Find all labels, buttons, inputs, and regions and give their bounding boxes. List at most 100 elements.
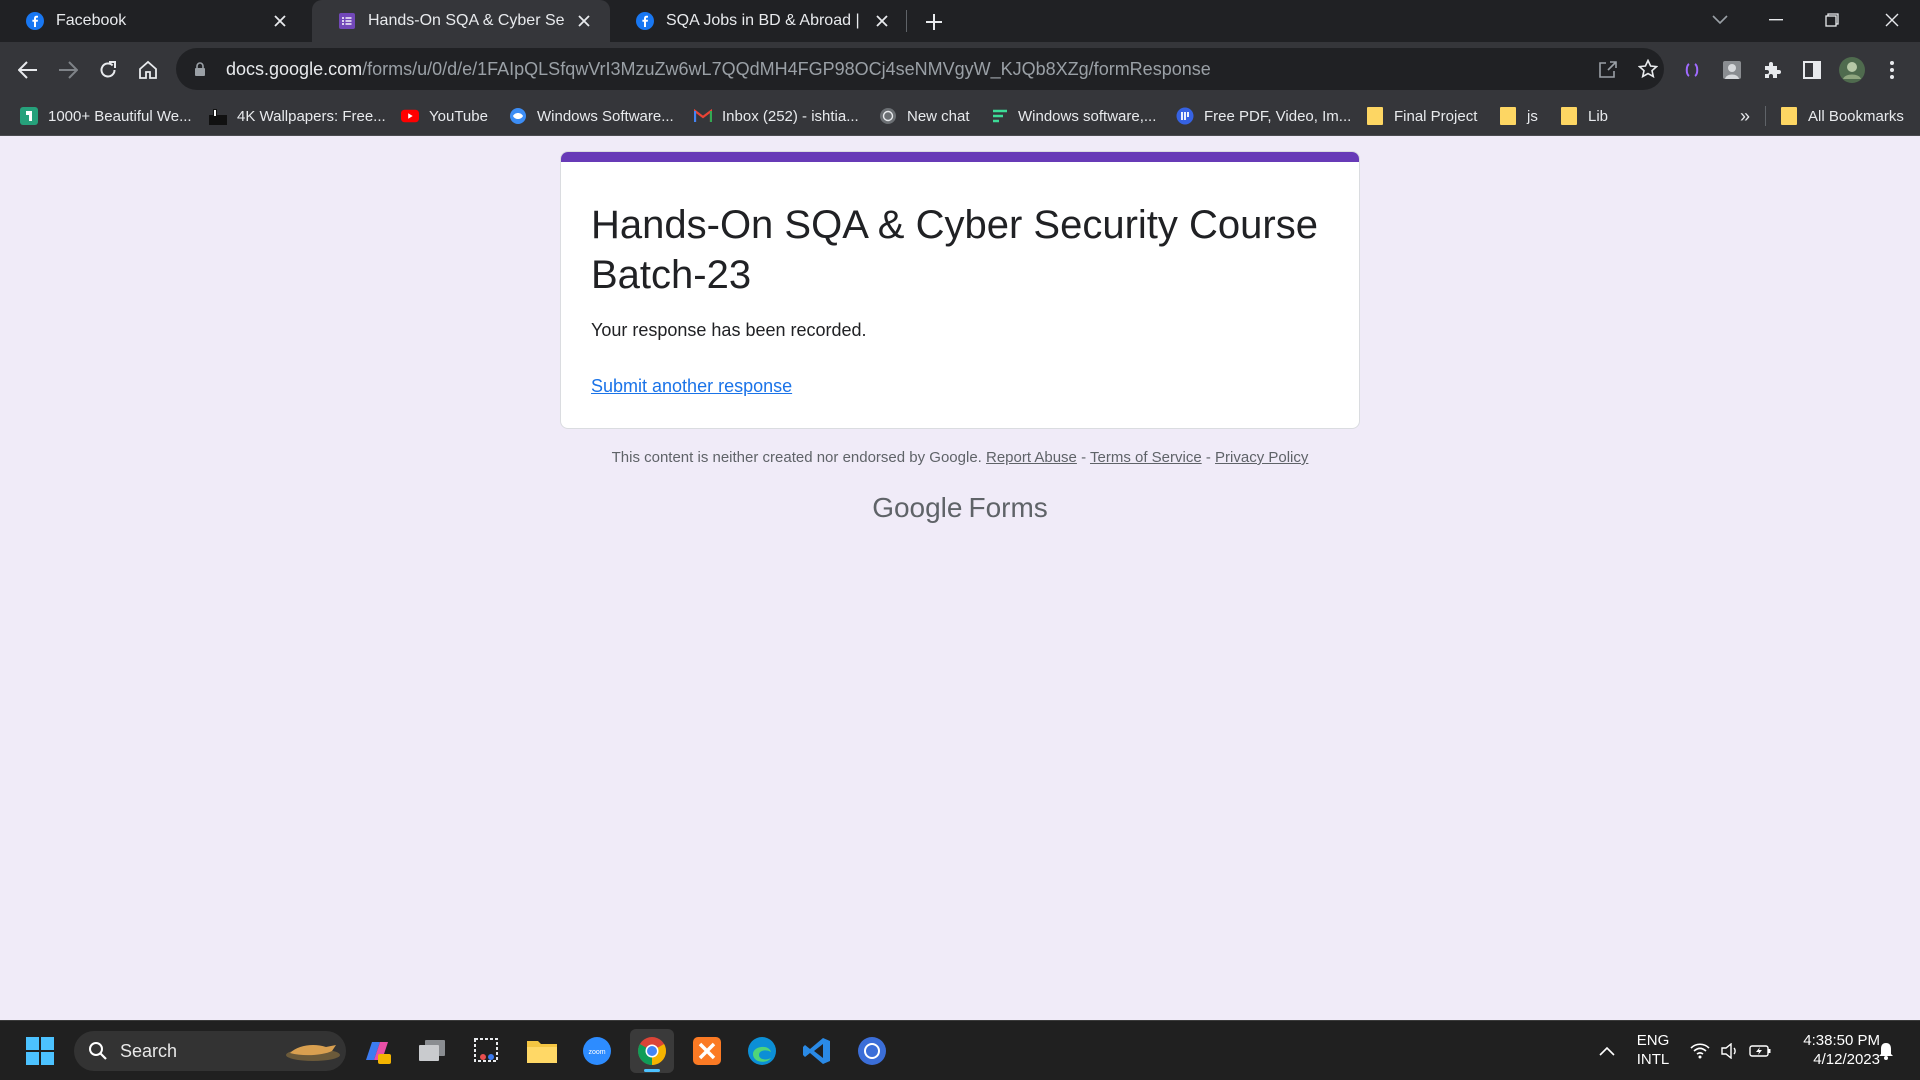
show-hidden-icons-button[interactable] [1592,1021,1622,1080]
bookmark-label: New chat [907,107,970,125]
restore-button[interactable] [1804,0,1860,40]
battery-status[interactable] [1746,1021,1774,1080]
google-forms-logo[interactable]: Google Forms [0,492,1920,524]
bookmark-item[interactable]: New chat [879,97,970,135]
tab-close-icon[interactable] [870,9,894,33]
extension-button[interactable] [1716,54,1748,86]
minimize-button[interactable] [1748,0,1804,40]
taskbar-app-chrome-profile[interactable] [850,1029,894,1073]
wifi-icon [1690,1043,1710,1059]
volume-status[interactable] [1716,1021,1744,1080]
bookmark-item[interactable]: Windows Software... [509,97,674,135]
bookmark-item[interactable]: Free PDF, Video, Im... [1176,97,1351,135]
bookmark-label: Lib [1588,107,1609,125]
share-icon[interactable] [1596,57,1620,81]
form-accent-bar [561,152,1359,162]
close-window-button[interactable] [1864,0,1920,40]
bookmark-label: Windows Software... [537,107,674,125]
reload-button[interactable] [92,54,124,86]
bookmark-folder[interactable]: Lib [1560,97,1608,135]
system-clock[interactable]: 4:38:50 PM 4/12/2023 [1780,1031,1880,1069]
chrome-profile-icon [858,1037,886,1065]
puzzle-icon [1765,62,1781,78]
browser-tab-strip: Facebook Hands-On SQA & Cyber Security S… [0,0,1920,42]
windows-taskbar: Search zoom ENG INTL 4:38:50 PM 4/12/202… [0,1020,1920,1080]
xampp-icon [693,1037,721,1065]
address-bar[interactable]: docs.google.com/forms/u/0/d/e/1FAIpQLSfq… [176,48,1664,90]
chat-icon [879,107,897,125]
submit-another-response-link[interactable]: Submit another response [591,376,792,397]
wifi-status[interactable] [1686,1021,1714,1080]
facebook-icon [636,12,654,30]
site-icon [509,107,527,125]
bookmark-folder[interactable]: Final Project [1366,97,1477,135]
kebab-menu-icon [1890,61,1894,79]
extension-button[interactable] [1676,54,1708,86]
search-label: Search [120,1040,178,1061]
taskbar-app-zoom[interactable]: zoom [575,1029,619,1073]
site-icon [990,107,1008,125]
bookmark-label: 1000+ Beautiful We... [48,107,192,125]
bookmark-item[interactable]: Inbox (252) - ishtia... [694,97,859,135]
folder-icon [1499,107,1517,125]
taskbar-app-xampp[interactable] [685,1029,729,1073]
taskbar-search-box[interactable]: Search [74,1031,346,1071]
bookmark-item[interactable]: Windows software,... [990,97,1156,135]
taskbar-app-edge[interactable] [740,1029,784,1073]
chevron-up-icon [1599,1046,1615,1056]
lock-icon[interactable] [194,61,208,77]
side-panel-button[interactable] [1796,54,1828,86]
privacy-policy-link[interactable]: Privacy Policy [1215,449,1308,466]
brackets-extension-icon [1685,63,1699,77]
back-button[interactable] [12,54,44,86]
profile-button[interactable] [1836,54,1868,86]
taskbar-app-copilot[interactable] [355,1029,399,1073]
taskbar-app-file-explorer[interactable] [520,1029,564,1073]
bookmark-label: YouTube [429,107,488,125]
facebook-icon [26,12,44,30]
confirmation-message: Your response has been recorded. [591,320,867,340]
forward-button[interactable] [52,54,84,86]
tab-hands-on-sqa[interactable]: Hands-On SQA & Cyber Security [312,0,610,42]
task-view-icon [419,1040,445,1061]
tab-close-icon[interactable] [268,9,292,33]
notifications-button[interactable] [1872,1021,1900,1080]
edge-icon [748,1037,776,1065]
bookmarks-overflow-button[interactable]: » [1740,97,1750,135]
terms-of-service-link[interactable]: Terms of Service [1090,449,1202,466]
bookmark-item[interactable]: 1000+ Beautiful We... [20,97,192,135]
bookmark-folder[interactable]: js [1499,97,1538,135]
extensions-menu-button[interactable] [1756,54,1788,86]
bookmark-item[interactable]: 4K Wallpapers: Free... [209,97,386,135]
taskbar-app-vscode[interactable] [795,1029,839,1073]
new-tab-button[interactable] [920,9,948,35]
side-panel-icon [1803,61,1821,79]
tab-sqa-jobs[interactable]: SQA Jobs in BD & Abroad | Face [610,0,908,42]
tab-close-icon[interactable] [572,9,596,33]
chrome-menu-button[interactable] [1876,54,1908,86]
input-language-indicator[interactable]: ENG INTL [1630,1031,1676,1069]
tab-search-button[interactable] [1692,0,1748,40]
bookmark-star-icon[interactable] [1636,57,1660,81]
speaker-icon [1721,1043,1736,1059]
restore-icon [1825,13,1839,27]
page-content: Hands-On SQA & Cyber Security Course Bat… [0,136,1920,1020]
bookmark-label: js [1527,107,1538,125]
portrait-extension-icon [1723,61,1741,79]
bookmarks-bar: 1000+ Beautiful We... 4K Wallpapers: Fre… [0,97,1920,136]
minimize-icon [1769,19,1783,21]
start-button[interactable] [18,1029,62,1073]
bookmarks-separator [1765,106,1766,126]
bell-icon [1879,1043,1893,1060]
tab-separator [906,10,907,32]
all-bookmarks-folder[interactable]: All Bookmarks [1780,97,1904,135]
folder-icon [1560,107,1578,125]
windows-start-icon [26,1037,54,1065]
report-abuse-link[interactable]: Report Abuse [986,449,1077,466]
taskbar-app-chrome[interactable] [630,1029,674,1073]
tab-facebook[interactable]: Facebook [0,0,306,42]
home-button[interactable] [132,54,164,86]
taskbar-app-snipping-tool[interactable] [465,1029,509,1073]
taskbar-app-task-view[interactable] [410,1029,454,1073]
bookmark-item[interactable]: YouTube [401,97,488,135]
